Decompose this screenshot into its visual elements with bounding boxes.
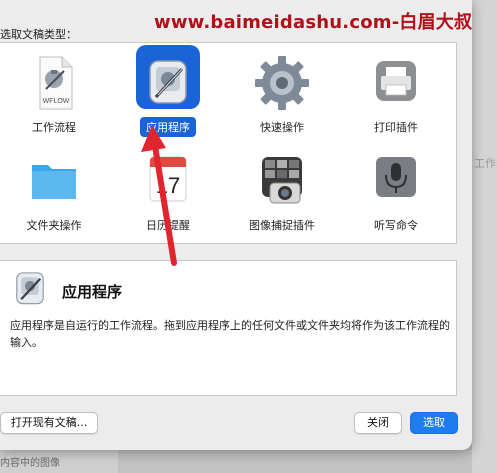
background-window-bottom <box>118 450 472 473</box>
automator-robot-icon <box>138 53 198 113</box>
template-calendar-alarm[interactable]: 17 日历提醒 <box>118 151 218 235</box>
template-print-plugin[interactable]: 打印插件 <box>346 53 446 137</box>
calendar-icon: 17 <box>138 151 198 211</box>
open-existing-button[interactable]: 打开现有文稿... <box>0 412 98 434</box>
new-document-dialog: 选取文稿类型： www.baimeidashu.com-白眉大叔 WFLOW 工… <box>0 0 472 450</box>
background-window-edge <box>472 0 497 473</box>
watermark-text: www.baimeidashu.com-白眉大叔 <box>154 12 473 33</box>
template-label: 文件夹操作 <box>26 219 82 232</box>
workflow-icon-caption: WFLOW <box>43 98 70 105</box>
gear-icon <box>252 53 312 113</box>
printer-icon <box>366 53 426 113</box>
background-label: 工作流 <box>474 157 497 170</box>
description-text: 应用程序是自运行的工作流程。拖到应用程序上的任何文件或文件夹均将作为该工作流程的… <box>10 319 450 349</box>
template-label: 工作流程 <box>32 121 76 134</box>
document-type-prompt: 选取文稿类型： <box>0 28 77 41</box>
calendar-date: 17 <box>156 173 180 198</box>
template-label: 应用程序 <box>140 117 196 137</box>
description-title: 应用程序 <box>62 283 123 301</box>
template-workflow[interactable]: WFLOW 工作流程 <box>4 53 104 137</box>
background-sidebar-item: 内容中的图像 <box>0 458 60 469</box>
template-folder-action[interactable]: 文件夹操作 <box>4 151 104 235</box>
description-panel: 应用程序 应用程序是自运行的工作流程。拖到应用程序上的任何文件或文件夹均将作为该… <box>0 260 457 396</box>
template-label: 快速操作 <box>260 121 304 134</box>
template-label: 打印插件 <box>374 121 418 134</box>
folder-icon <box>24 151 84 211</box>
template-label: 听写命令 <box>374 219 418 232</box>
close-button[interactable]: 关闭 <box>354 412 402 434</box>
workflow-document-icon: WFLOW <box>24 53 84 113</box>
template-dictation-command[interactable]: 听写命令 <box>346 151 446 235</box>
microphone-icon <box>366 151 426 211</box>
camera-icon <box>252 151 312 211</box>
document-type-grid: WFLOW 工作流程 应用程序 快速操作 打印插件 文件夹操作 17 日历提醒 … <box>0 42 457 244</box>
template-application[interactable]: 应用程序 <box>118 45 218 137</box>
description-icon <box>8 267 52 311</box>
template-label: 图像捕捉插件 <box>249 219 315 232</box>
template-image-capture-plugin[interactable]: 图像捕捉插件 <box>232 151 332 235</box>
choose-button[interactable]: 选取 <box>410 412 458 434</box>
template-label: 日历提醒 <box>146 219 190 232</box>
template-quick-action[interactable]: 快速操作 <box>232 53 332 137</box>
